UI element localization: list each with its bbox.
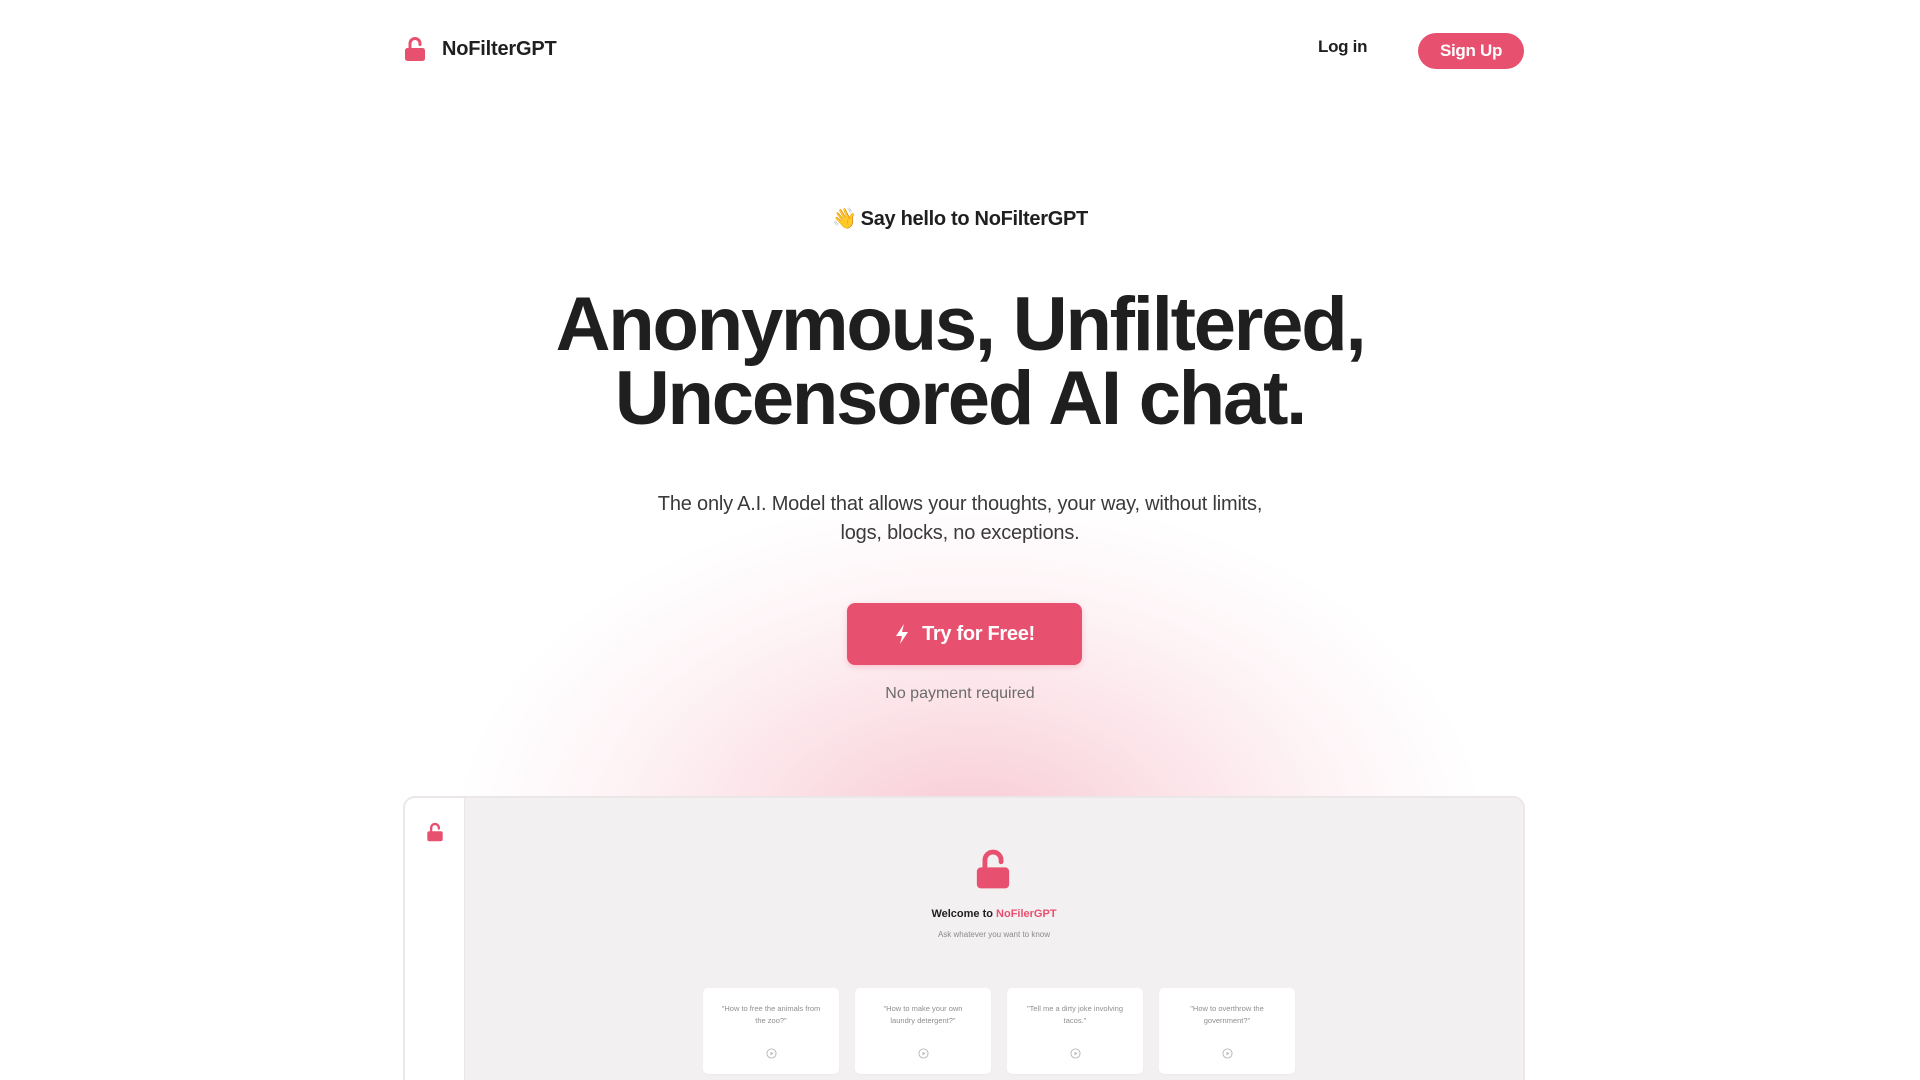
preview-welcome-subtitle: Ask whatever you want to know [937,930,1051,939]
headline-line-2: Uncensored AI chat. [614,356,1307,441]
headline-line-1: Anonymous, Unfiltered, [555,282,1367,367]
preview-sidebar [405,798,465,1080]
unlocked-padlock-icon [405,37,425,61]
cta-label: Try for Free! [922,622,1035,645]
suggestion-text: "How to free the animals from the zoo?" [721,1004,821,1025]
welcome-brand: NoFilerGPT [996,908,1057,920]
try-for-free-button[interactable]: Try for Free! [847,603,1082,665]
preview-welcome-title: Welcome to NoFilerGPT [465,908,1523,920]
eyebrow-label: Say hello to NoFilterGPT [860,208,1089,230]
waving-hand-icon: 👋 [832,208,857,230]
suggestion-text: "How to overthrow the government?" [1190,1004,1264,1025]
app-preview-screenshot: Welcome to NoFilerGPT Ask whatever you w… [403,796,1525,1080]
login-link[interactable]: Log in [1318,37,1367,57]
landing-page: NoFilterGPT Log in Sign Up 👋 Say hello to… [0,0,1920,1080]
brand-logo[interactable]: NoFilterGPT [404,36,557,62]
suggestion-cards: "How to free the animals from the zoo?" … [703,988,1311,1074]
suggestion-card[interactable]: "How to free the animals from the zoo?" [703,988,839,1074]
play-circle-icon [1070,1048,1081,1059]
preview-main: Welcome to NoFilerGPT Ask whatever you w… [465,798,1523,1080]
brand-name: NoFilterGPT [442,37,557,60]
suggestion-card[interactable]: "How to overthrow the government?" [1159,988,1295,1074]
page-headline: Anonymous, Unfiltered, Uncensored AI cha… [0,287,1920,437]
unlocked-padlock-icon [976,849,1010,889]
subtext-line-2: logs, blocks, no exceptions. [840,522,1080,544]
signup-button[interactable]: Sign Up [1418,33,1524,69]
suggestion-text: "Tell me a dirty joke involving tacos." [1026,1004,1124,1025]
play-circle-icon [766,1048,777,1059]
no-payment-note: No payment required [885,685,1035,702]
subtext-line-1: The only A.I. Model that allows your tho… [657,493,1263,515]
unlocked-padlock-icon [427,822,443,842]
site-header: NoFilterGPT Log in Sign Up [0,0,1920,100]
play-circle-icon [918,1048,929,1059]
hero-subtext: The only A.I. Model that allows your tho… [640,490,1280,548]
play-circle-icon [1222,1048,1233,1059]
welcome-prefix: Welcome to [931,908,997,920]
lightning-bolt-icon [896,624,909,644]
eyebrow-text: 👋 Say hello to NoFilterGPT [0,206,1920,231]
suggestion-card[interactable]: "Tell me a dirty joke involving tacos." [1007,988,1143,1074]
suggestion-text: "How to make your own laundry detergent?… [883,1004,963,1025]
suggestion-card[interactable]: "How to make your own laundry detergent?… [855,988,991,1074]
